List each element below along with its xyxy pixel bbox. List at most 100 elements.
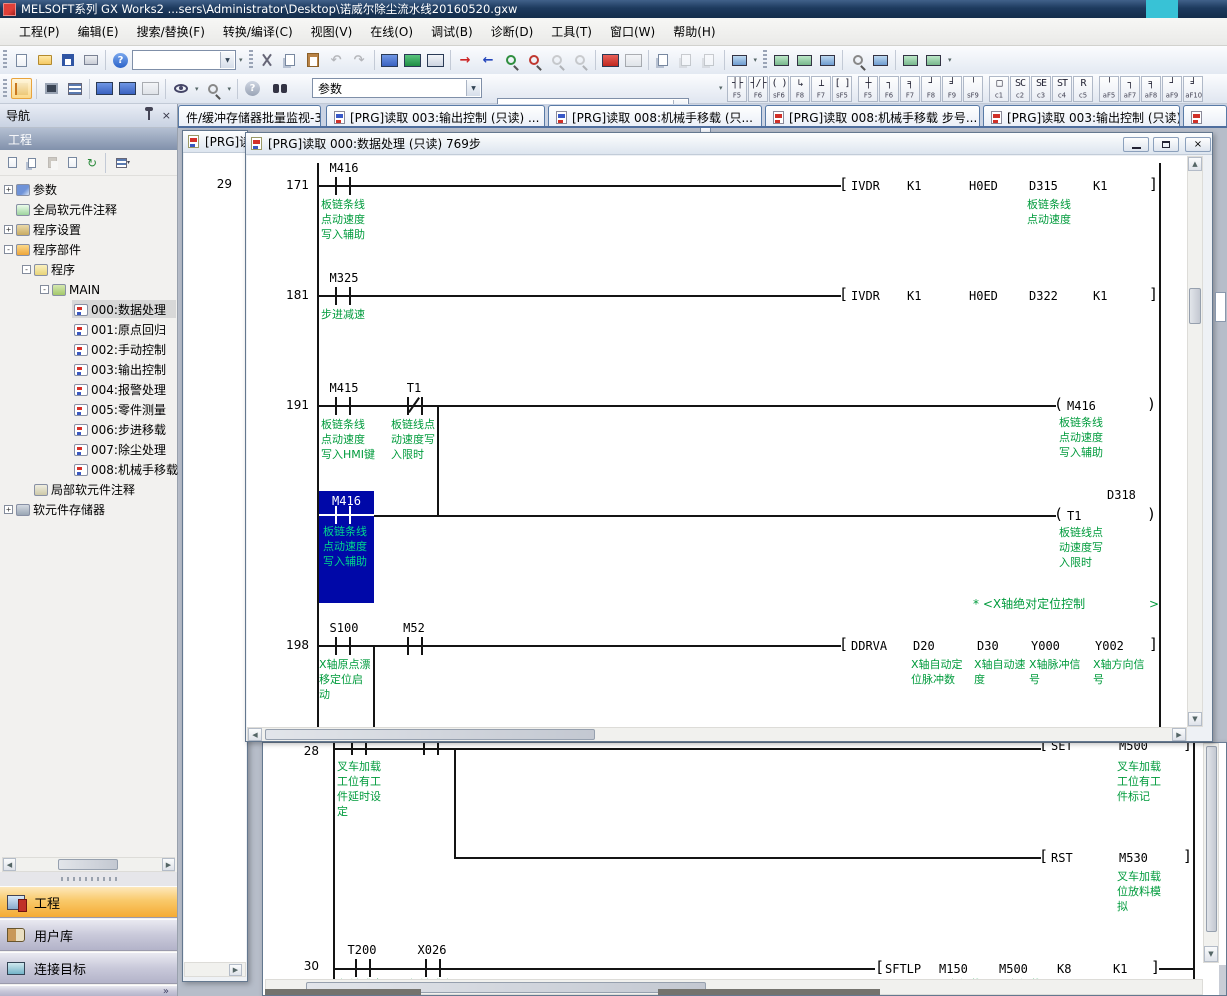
sort-button[interactable]: ▾ — [110, 154, 136, 172]
dropdown-icon[interactable]: ▼ — [466, 80, 480, 96]
selected-cell[interactable]: M416 板链条线 点动速度 写入辅助 — [319, 491, 374, 603]
instruction-ivdr[interactable]: IVDR — [851, 179, 880, 193]
contact-label[interactable]: T1 — [389, 381, 439, 395]
toolbar-overflow[interactable]: ▾ — [948, 56, 952, 64]
sampling-trace-button[interactable] — [771, 50, 792, 71]
tool-aline-5[interactable]: ╛aF10 — [1183, 76, 1203, 102]
main-ladder-window[interactable]: [PRG]读取 000:数据处理 (只读) 769步 × 171 M416 板链… — [245, 132, 1213, 742]
contact-bar[interactable] — [349, 637, 351, 655]
behind-hscrollbar[interactable]: ▶ — [184, 962, 246, 977]
instruction-operand[interactable]: D20 — [913, 639, 935, 653]
tree-item-006-step-transfer[interactable]: 006:步进移载 — [0, 420, 177, 439]
scroll-thumb[interactable] — [1206, 746, 1217, 932]
tool-aline-3[interactable]: ╕aF8 — [1141, 76, 1161, 102]
maximize-button[interactable] — [1153, 137, 1179, 152]
scroll-right-button[interactable]: ▶ — [229, 964, 242, 976]
accordion-user-library-button[interactable]: 用户库 — [0, 919, 177, 951]
tree-item-008-robot-transfer[interactable]: 008:机械手移载 — [0, 460, 177, 479]
contact-bar[interactable] — [335, 287, 337, 305]
instruction-rst[interactable]: RST — [1051, 851, 1073, 865]
tool-line-1[interactable]: ┐F6 — [879, 76, 899, 102]
instruction-operand[interactable]: D322 — [1029, 289, 1058, 303]
tool-sc[interactable]: SCc2 — [1010, 76, 1030, 102]
tool-line-4[interactable]: ╛F9 — [942, 76, 962, 102]
coil-label[interactable]: T1 — [1067, 509, 1081, 523]
scroll-thumb[interactable] — [265, 729, 595, 740]
contact-label[interactable]: M52 — [389, 621, 439, 635]
tool-line-cross[interactable]: ┼F5 — [858, 76, 878, 102]
instruction-operand[interactable]: K1 — [1093, 179, 1107, 193]
device-batch-button[interactable] — [117, 78, 138, 99]
accordion-connection-button[interactable]: 连接目标 — [0, 952, 177, 984]
tool-sfc-block[interactable]: □c1 — [989, 76, 1009, 102]
tree-item-004-alarm[interactable]: 004:报警处理 — [0, 380, 177, 399]
scroll-up-button[interactable]: ▲ — [1188, 157, 1202, 171]
device-monitor-button[interactable] — [379, 50, 400, 71]
expand-icon[interactable]: + — [4, 225, 13, 234]
scroll-thumb[interactable] — [58, 859, 118, 870]
toolbar-overflow[interactable]: ▾ — [239, 56, 243, 64]
contact-bar[interactable] — [335, 397, 337, 415]
expand-icon[interactable]: + — [4, 185, 13, 194]
tool-se[interactable]: SEc3 — [1031, 76, 1051, 102]
copy-button[interactable] — [280, 50, 301, 71]
tab-prg-008-robot[interactable]: [PRG]读取 008:机械手移载 (只... — [548, 105, 762, 128]
tool-aline-2[interactable]: ┐aF7 — [1120, 76, 1140, 102]
contact-bar[interactable] — [355, 959, 357, 977]
paste-button[interactable] — [303, 50, 324, 71]
instruction-sftlp[interactable]: SFTLP — [885, 962, 921, 976]
dropdown-icon[interactable]: ▾ — [228, 85, 232, 93]
instruction-operand[interactable]: K1 — [907, 289, 921, 303]
tab-partial[interactable] — [1183, 105, 1227, 128]
sampling-trace-stop-button[interactable] — [794, 50, 815, 71]
contact-bar[interactable] — [439, 959, 441, 977]
menu-diagnostics[interactable]: 诊断(D) — [482, 19, 543, 44]
timer-value-label[interactable]: D318 — [1107, 488, 1136, 502]
instruction-operand[interactable]: D315 — [1029, 179, 1058, 193]
device-combo[interactable]: 参数▼ — [312, 78, 482, 98]
print-button[interactable] — [80, 50, 101, 71]
accordion-project-button[interactable]: 工程 — [0, 886, 177, 918]
title-bar[interactable]: MELSOFT系列 GX Works2 ...sers\Administrato… — [0, 0, 1227, 18]
menu-help[interactable]: 帮助(H) — [664, 19, 724, 44]
instruction-operand[interactable]: Y000 — [1031, 639, 1060, 653]
tree-item-000-data-processing[interactable]: 000:数据处理 — [0, 300, 177, 319]
tree-item-002-manual-control[interactable]: 002:手动控制 — [0, 340, 177, 359]
contact-bar[interactable] — [351, 743, 353, 755]
behind-window-titlebar[interactable]: [PRG]读 — [183, 131, 247, 153]
tool-line-delete[interactable]: ╵sF9 — [963, 76, 983, 102]
quick-access-combo[interactable]: ▼ — [132, 50, 236, 70]
instruction-operand[interactable]: K1 — [1113, 962, 1127, 976]
main-hscrollbar[interactable]: ◀ ▶ — [247, 727, 1187, 742]
help-button[interactable]: ? — [110, 50, 131, 71]
project-section-header[interactable]: 工程 — [0, 128, 177, 150]
contact-bar[interactable] — [437, 743, 439, 755]
tool-line-2[interactable]: ╕F7 — [900, 76, 920, 102]
dropdown-icon[interactable]: ▾ — [195, 85, 199, 93]
menu-debug[interactable]: 调试(B) — [422, 19, 482, 44]
instruction-operand[interactable]: H0ED — [969, 289, 998, 303]
main-vscrollbar[interactable]: ▲ ▼ — [1187, 156, 1203, 727]
menu-view[interactable]: 视图(V) — [302, 19, 362, 44]
contact-label[interactable]: T200 — [337, 943, 387, 957]
menu-find-replace[interactable]: 搜索/替换(F) — [128, 19, 214, 44]
expand-icon[interactable]: - — [22, 265, 31, 274]
tree-item-global-comment[interactable]: 全局软元件注释 — [0, 200, 177, 219]
scroll-right-button[interactable]: ▶ — [1172, 728, 1186, 741]
scroll-left-button[interactable]: ◀ — [3, 858, 16, 871]
tool-open-contact[interactable]: ┤├F5 — [727, 76, 747, 102]
contact-label[interactable]: M325 — [319, 271, 369, 285]
contact-bar[interactable] — [369, 959, 371, 977]
refresh-button[interactable]: ↻ — [83, 154, 101, 172]
scroll-left-button[interactable]: ◀ — [248, 728, 262, 741]
tree-item-program[interactable]: -程序 — [0, 260, 177, 279]
expand-icon[interactable]: - — [4, 245, 13, 254]
device-find-button[interactable] — [94, 78, 115, 99]
list-view-button[interactable] — [64, 78, 85, 99]
item-property-button[interactable] — [63, 154, 81, 172]
tool-aline-1[interactable]: ╵aF5 — [1099, 76, 1119, 102]
scroll-thumb[interactable] — [1189, 288, 1201, 324]
scroll-down-button[interactable]: ▼ — [1188, 712, 1202, 726]
instruction-operand[interactable]: K1 — [1093, 289, 1107, 303]
tree-item-001-home-return[interactable]: 001:原点回归 — [0, 320, 177, 339]
